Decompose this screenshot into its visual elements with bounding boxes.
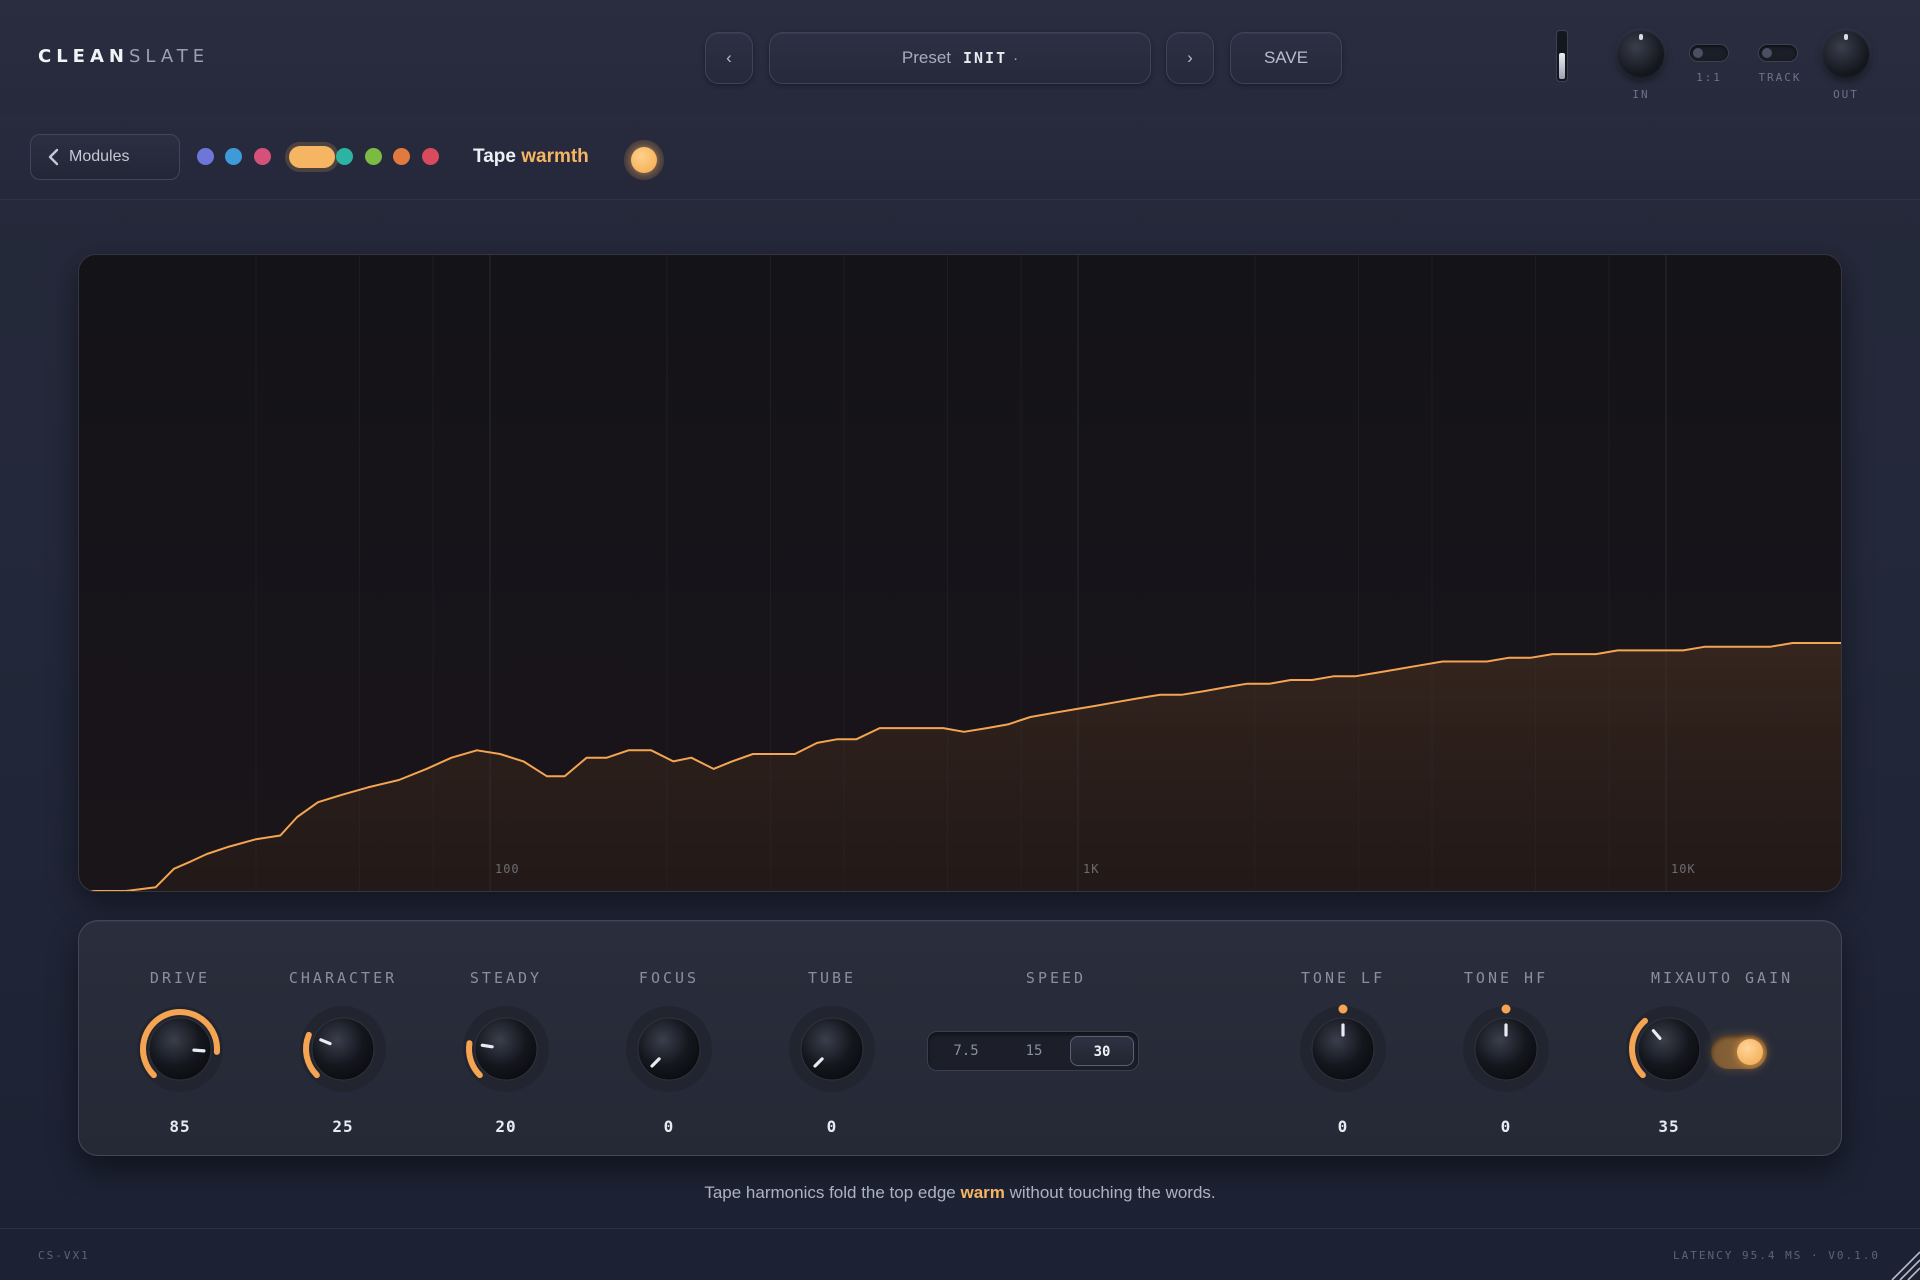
freq-label-10k: 10K [1670,862,1696,876]
caption-text-start: Tape harmonics fold the top edge [704,1183,956,1202]
tube-control: TUBE 0 [762,921,902,1157]
module-power-button[interactable] [624,140,664,180]
tone-hf-value: 0 [1500,1117,1512,1136]
tone-lf-center-dot [1338,1004,1348,1014]
save-label: SAVE [1263,48,1309,67]
steady-knob-pointer [480,1043,494,1049]
ratio-switch[interactable] [1689,44,1729,62]
steady-control: STEADY 20 [436,921,576,1157]
module-swatch-7[interactable] [422,148,439,165]
chevron-left-icon [48,148,59,166]
tone-hf-control: TONE HF 0 [1436,921,1576,1157]
tone-hf-center-dot [1501,1004,1511,1014]
level-meter-fill [1559,53,1565,79]
track-switch[interactable] [1758,44,1798,62]
module-description: Tape harmonics fold the top edge warm wi… [0,1183,1920,1203]
character-control: CHARACTER 25 [273,921,413,1157]
steady-value: 20 [495,1117,517,1136]
drive-knob-pointer [192,1048,206,1053]
freq-label-100: 100 [494,862,520,876]
module-swatch-5[interactable] [365,148,382,165]
module-swatch-0[interactable] [197,148,214,165]
tube-label: TUBE [807,969,857,987]
caption-text-end: without touching the words. [1009,1183,1216,1202]
logo-light: SLATE [128,46,210,67]
status-footer: CS-VX1 LATENCY 95.4 MS · V0.1.0 [0,1228,1920,1280]
speed-label: SPEED [1025,969,1087,987]
input-label: IN [1632,88,1650,101]
input-gain-knob[interactable] [1618,31,1664,77]
character-label: CHARACTER [288,969,398,987]
tube-knob-body [800,1017,864,1081]
character-knob-body [311,1017,375,1081]
module-name: Tape [473,146,516,167]
top-bar: CLEANSLATE ‹ Preset INIT · › SAVE IN 1:1… [0,0,1920,114]
resize-handle-icon[interactable] [1884,1244,1920,1280]
drive-value: 85 [169,1117,191,1136]
steady-knob-body [474,1017,538,1081]
preset-selector[interactable]: Preset INIT · [769,32,1151,84]
tone-hf-label: TONE HF [1463,969,1549,987]
speed-option-7-5[interactable]: 7.5 [934,1036,998,1066]
auto-gain-label: AUTO GAIN [1684,969,1794,987]
output-gain-knob[interactable] [1823,31,1869,77]
product-code: CS-VX1 [38,1249,90,1262]
character-knob[interactable] [293,999,393,1099]
tone-hf-knob[interactable] [1456,999,1556,1099]
ratio-label: 1:1 [1696,71,1722,84]
module-swatch-1[interactable] [225,148,242,165]
caption-accent-word: warm [960,1183,1005,1202]
focus-knob[interactable] [619,999,719,1099]
level-meter [1556,30,1568,82]
speed-option-30[interactable]: 30 [1070,1036,1134,1066]
spectrum-chart [79,255,1841,891]
module-swatch-6[interactable] [393,148,410,165]
drive-knob-body [148,1017,212,1081]
modules-back-button[interactable]: Modules [30,134,180,180]
speed-option-15[interactable]: 15 [1002,1036,1066,1066]
preset-name: INIT [963,49,1008,67]
speed-selector: 7.5 15 30 [927,1031,1139,1071]
module-swatch-4[interactable] [336,148,353,165]
app-logo: CLEANSLATE [38,46,209,67]
logo-bold: CLEAN [38,46,129,67]
tone-lf-label: TONE LF [1300,969,1386,987]
tube-knob[interactable] [782,999,882,1099]
spectrum-graph: 100 1K 10K [78,254,1842,892]
focus-knob-body [637,1017,701,1081]
drive-label: DRIVE [149,969,211,987]
freq-label-1k: 1K [1082,862,1100,876]
focus-label: FOCUS [638,969,700,987]
chevron-right-icon: › [1187,48,1193,67]
tube-value: 0 [826,1117,838,1136]
module-swatch-2[interactable] [254,148,271,165]
save-button[interactable]: SAVE [1230,32,1342,84]
spectrum-area [79,643,1841,891]
output-label: OUT [1833,88,1859,101]
prev-preset-button[interactable]: ‹ [705,32,753,84]
tone-lf-value: 0 [1337,1117,1349,1136]
preset-label: Preset [901,48,951,67]
control-panel: DRIVE 85 CHARACTER 25 STEADY 20 FOCUS 0 TUBE 0 TON… [78,920,1842,1156]
module-bar: Modules [0,114,1920,200]
next-preset-button[interactable]: › [1166,32,1214,84]
steady-knob[interactable] [456,999,556,1099]
preset-modified-dot: · [1013,49,1019,67]
module-title: Tape warmth [473,146,589,168]
module-name-accent: warmth [521,146,589,167]
focus-control: FOCUS 0 [599,921,739,1157]
steady-label: STEADY [469,969,543,987]
tone-lf-control: TONE LF 0 [1273,921,1413,1157]
tone-lf-knob[interactable] [1293,999,1393,1099]
module-swatch-3[interactable] [289,146,335,168]
auto-gain-toggle[interactable] [1711,1035,1767,1069]
modules-label: Modules [69,148,130,165]
latency-version: LATENCY 95.4 MS · V0.1.0 [1673,1249,1880,1262]
track-label: TRACK [1758,71,1802,84]
chevron-left-icon: ‹ [726,48,732,67]
character-value: 25 [332,1117,354,1136]
focus-value: 0 [663,1117,675,1136]
drive-knob[interactable] [130,999,230,1099]
drive-control: DRIVE 85 [110,921,250,1157]
